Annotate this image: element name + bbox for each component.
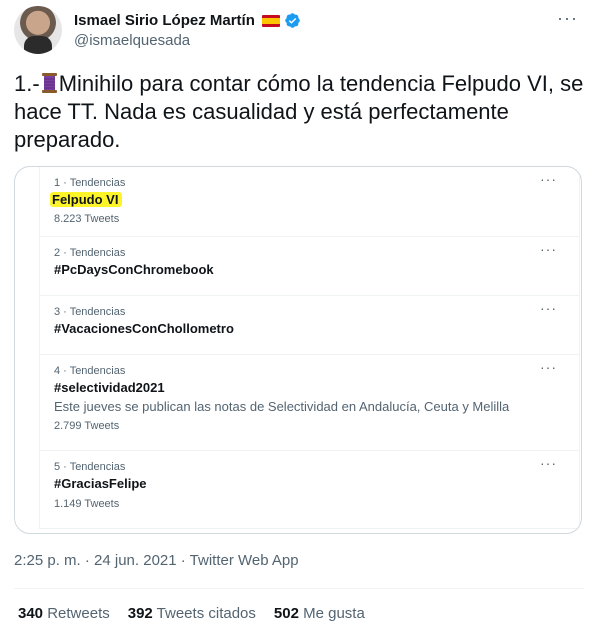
trend-meta: 4 · Tendencias <box>54 365 126 377</box>
thread-spool-icon <box>41 73 57 93</box>
trend-count: 8.223 Tweets <box>54 213 120 225</box>
likes-stat[interactable]: 502 Me gusta <box>274 605 365 622</box>
tweet-text-prefix: 1.- <box>14 71 40 96</box>
retweets-count: 340 <box>18 605 44 622</box>
trend-count: 1.149 Tweets <box>54 498 120 510</box>
author-handle[interactable]: @ismaelquesada <box>74 32 190 49</box>
tweet-text-body: Minihilo para contar cómo la tendencia F… <box>14 71 584 152</box>
likes-label: Me gusta <box>303 605 365 622</box>
retweets-label: Retweets <box>47 605 110 622</box>
tweet-timestamp[interactable]: 2:25 p. m. · 24 jun. 2021 · Twitter Web … <box>14 552 299 569</box>
trend-meta: 1 · Tendencias <box>54 177 126 189</box>
trend-meta: 2 · Tendencias <box>54 247 126 259</box>
trend-item[interactable]: 5 · Tendencias #GraciasFelipe 1.149 Twee… <box>40 451 579 529</box>
author-name[interactable]: Ismael Sirio López Martín <box>74 12 255 29</box>
trend-meta: 3 · Tendencias <box>54 306 126 318</box>
trend-count: 2.799 Tweets <box>54 420 120 432</box>
likes-count: 502 <box>273 605 299 622</box>
trend-title-highlight: Felpudo VI <box>50 192 123 207</box>
verified-badge-icon <box>285 13 300 28</box>
author-name-row[interactable]: Ismael Sirio López Martín <box>74 12 301 29</box>
trend-item[interactable]: 3 · Tendencias #VacacionesConChollometro… <box>40 296 579 355</box>
quotes-label: Tweets citados <box>156 605 256 622</box>
quotes-count: 392 <box>127 605 153 622</box>
trend-title: #GraciasFelipe <box>54 476 147 491</box>
trend-more-icon[interactable]: ··· <box>540 455 557 471</box>
more-options-icon[interactable]: ··· <box>557 8 578 29</box>
trend-more-icon[interactable]: ··· <box>540 241 557 257</box>
tweet-header: Ismael Sirio López Martín @ismaelquesada… <box>14 6 584 58</box>
trend-title: #PcDaysConChromebook <box>54 262 214 277</box>
trend-description: Este jueves se publican las notas de Sel… <box>54 399 510 414</box>
divider <box>14 588 584 589</box>
trend-item[interactable]: 2 · Tendencias #PcDaysConChromebook ··· <box>40 237 579 296</box>
trend-title: Felpudo VI <box>50 192 123 207</box>
trend-more-icon[interactable]: ··· <box>540 171 557 187</box>
avatar[interactable] <box>14 6 62 54</box>
trends-list: 1 · Tendencias Felpudo VI 8.223 Tweets ·… <box>39 167 580 529</box>
trend-more-icon[interactable]: ··· <box>540 359 557 375</box>
quotes-stat[interactable]: 392 Tweets citados <box>128 605 256 622</box>
engagement-stats: 340 Retweets 392 Tweets citados 502 Me g… <box>18 605 365 622</box>
trend-more-icon[interactable]: ··· <box>540 300 557 316</box>
retweets-stat[interactable]: 340 Retweets <box>18 605 110 622</box>
spain-flag-icon <box>261 14 280 27</box>
trend-meta: 5 · Tendencias <box>54 461 126 473</box>
trend-item[interactable]: 1 · Tendencias Felpudo VI 8.223 Tweets ·… <box>40 167 579 237</box>
tweet-text: 1.- Minihilo para contar cómo la tendenc… <box>14 70 586 154</box>
embedded-trends-image[interactable]: 1 · Tendencias Felpudo VI 8.223 Tweets ·… <box>14 166 582 534</box>
trend-title: #VacacionesConChollometro <box>54 321 234 336</box>
trend-item[interactable]: 4 · Tendencias #selectividad2021 Este ju… <box>40 355 579 451</box>
trend-title: #selectividad2021 <box>54 380 165 395</box>
